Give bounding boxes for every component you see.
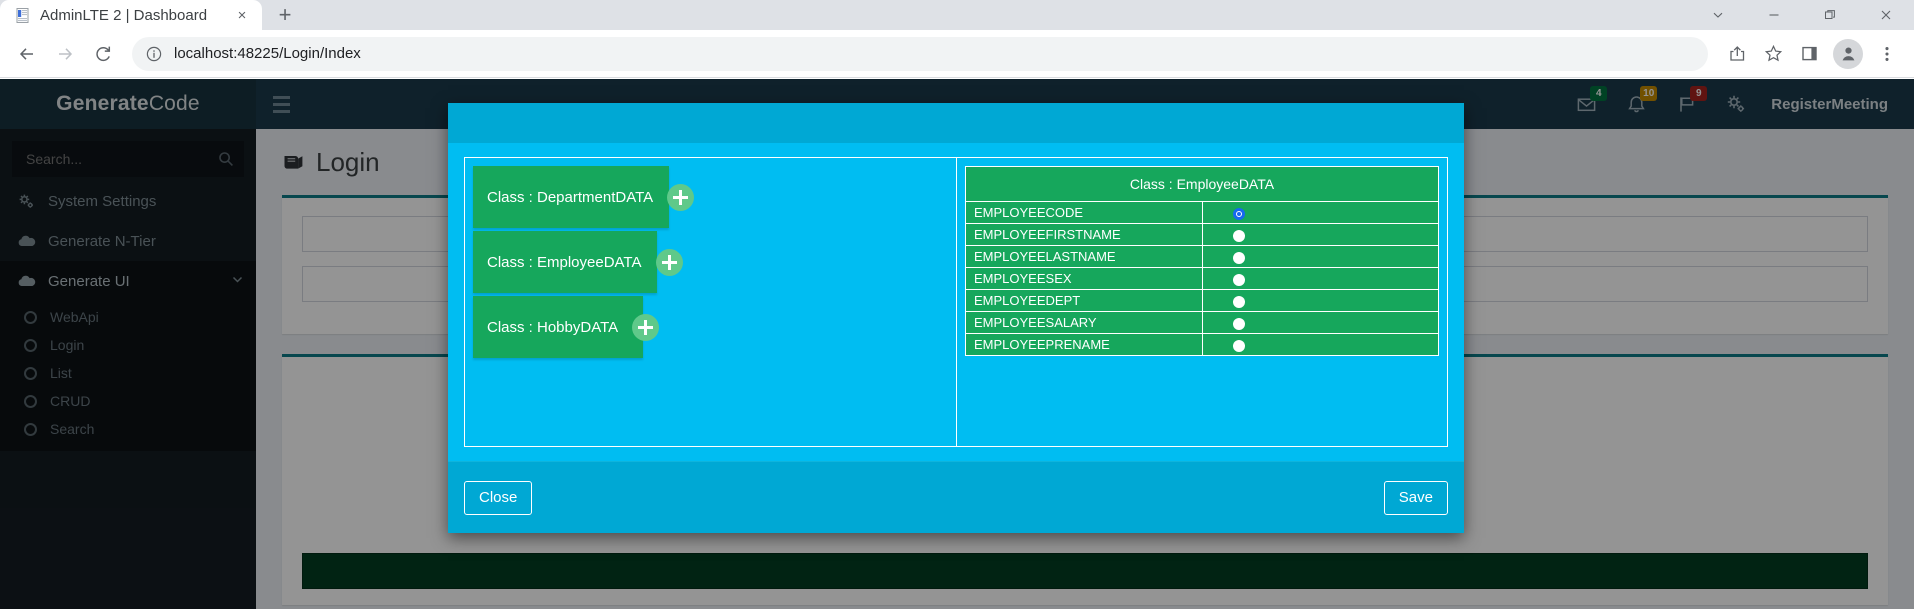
class-card[interactable]: Class : HobbyDATA bbox=[473, 296, 660, 358]
page-viewport: Login Generate Code 4 10 9 RegisterMeeti… bbox=[0, 79, 1914, 609]
field-name: EMPLOYEEFIRSTNAME bbox=[965, 223, 1203, 246]
field-name: EMPLOYEEDEPT bbox=[965, 289, 1203, 312]
new-tab-button[interactable]: + bbox=[268, 0, 302, 30]
minimize-to-tray-icon[interactable] bbox=[1690, 0, 1746, 30]
table-row[interactable]: EMPLOYEECODE bbox=[965, 201, 1439, 224]
save-button[interactable]: Save bbox=[1383, 480, 1448, 515]
class-card-label: Class : HobbyDATA bbox=[487, 318, 619, 336]
window-controls bbox=[1690, 0, 1914, 30]
table-row[interactable]: EMPLOYEESEX bbox=[965, 267, 1439, 290]
field-radio[interactable] bbox=[1232, 251, 1245, 264]
maximize-icon[interactable] bbox=[1802, 0, 1858, 30]
field-name: EMPLOYEEPRENAME bbox=[965, 333, 1203, 356]
table-row[interactable]: EMPLOYEEDEPT bbox=[965, 289, 1439, 312]
class-card[interactable]: Class : EmployeeDATA bbox=[473, 231, 683, 293]
field-selection-panel: Class : EmployeeDATA EMPLOYEECODE EMPLOY… bbox=[956, 157, 1448, 447]
plus-icon[interactable] bbox=[632, 313, 660, 341]
table-row[interactable]: EMPLOYEEFIRSTNAME bbox=[965, 223, 1439, 246]
bookmark-star-icon[interactable] bbox=[1756, 37, 1790, 71]
field-name: EMPLOYEESALARY bbox=[965, 311, 1203, 334]
field-radio-cell[interactable] bbox=[1202, 311, 1439, 334]
close-window-icon[interactable] bbox=[1858, 0, 1914, 30]
profile-avatar[interactable] bbox=[1833, 38, 1863, 69]
back-icon[interactable] bbox=[10, 37, 44, 71]
minimize-icon[interactable] bbox=[1746, 0, 1802, 30]
class-card-label: Class : DepartmentDATA bbox=[487, 188, 654, 206]
browser-navigation-bar: localhost:48225/Login/Index bbox=[0, 30, 1914, 78]
class-card-label: Class : EmployeeDATA bbox=[487, 253, 642, 271]
field-radio-cell[interactable] bbox=[1202, 267, 1439, 290]
field-radio[interactable] bbox=[1232, 339, 1245, 352]
modal-footer: Close Save bbox=[448, 461, 1464, 533]
modal-header bbox=[448, 103, 1464, 143]
class-list-panel: Class : DepartmentDATA Class : EmployeeD… bbox=[464, 157, 956, 447]
plus-icon[interactable] bbox=[655, 248, 683, 276]
field-radio[interactable] bbox=[1232, 317, 1245, 330]
class-card[interactable]: Class : DepartmentDATA bbox=[473, 166, 695, 228]
page-favicon-icon bbox=[14, 7, 31, 24]
browser-tab-title: AdminLTE 2 | Dashboard bbox=[40, 6, 208, 24]
modal-body: Class : DepartmentDATA Class : EmployeeD… bbox=[448, 143, 1464, 461]
reload-icon[interactable] bbox=[86, 37, 120, 71]
field-radio-selected[interactable] bbox=[1232, 207, 1245, 220]
close-icon[interactable]: × bbox=[232, 5, 252, 25]
field-table: Class : EmployeeDATA EMPLOYEECODE EMPLOY… bbox=[965, 166, 1439, 356]
side-panel-icon[interactable] bbox=[1792, 37, 1826, 71]
browser-window: AdminLTE 2 | Dashboard × + localhost:482… bbox=[0, 0, 1914, 609]
address-bar-url[interactable]: localhost:48225/Login/Index bbox=[174, 45, 361, 62]
browser-menu-icon[interactable] bbox=[1870, 37, 1904, 71]
tab-strip: AdminLTE 2 | Dashboard × + bbox=[0, 0, 1914, 30]
field-radio-cell[interactable] bbox=[1202, 245, 1439, 268]
field-table-header-row: Class : EmployeeDATA bbox=[965, 166, 1439, 202]
field-table-title: Class : EmployeeDATA bbox=[965, 166, 1439, 202]
close-button[interactable]: Close bbox=[464, 480, 533, 515]
field-name: EMPLOYEECODE bbox=[965, 201, 1203, 224]
table-row[interactable]: EMPLOYEELASTNAME bbox=[965, 245, 1439, 268]
field-radio[interactable] bbox=[1232, 273, 1245, 286]
table-row[interactable]: EMPLOYEEPRENAME bbox=[965, 333, 1439, 356]
field-radio-cell[interactable] bbox=[1202, 334, 1439, 356]
browser-tab[interactable]: AdminLTE 2 | Dashboard × bbox=[0, 0, 262, 30]
field-name: EMPLOYEELASTNAME bbox=[965, 245, 1203, 268]
field-radio-cell[interactable] bbox=[1202, 289, 1439, 312]
field-radio[interactable] bbox=[1232, 295, 1245, 308]
field-radio[interactable] bbox=[1232, 229, 1245, 242]
forward-icon[interactable] bbox=[48, 37, 82, 71]
browser-toolbar-actions bbox=[1720, 37, 1904, 71]
address-bar[interactable]: localhost:48225/Login/Index bbox=[132, 36, 1708, 71]
share-icon[interactable] bbox=[1720, 37, 1754, 71]
table-row[interactable]: EMPLOYEESALARY bbox=[965, 311, 1439, 334]
plus-icon[interactable] bbox=[667, 183, 695, 211]
field-name: EMPLOYEESEX bbox=[965, 267, 1203, 290]
class-field-selection-modal: Class : DepartmentDATA Class : EmployeeD… bbox=[448, 103, 1464, 533]
field-radio-cell[interactable] bbox=[1202, 201, 1439, 224]
info-circle-icon[interactable] bbox=[146, 46, 162, 62]
field-radio-cell[interactable] bbox=[1202, 223, 1439, 246]
